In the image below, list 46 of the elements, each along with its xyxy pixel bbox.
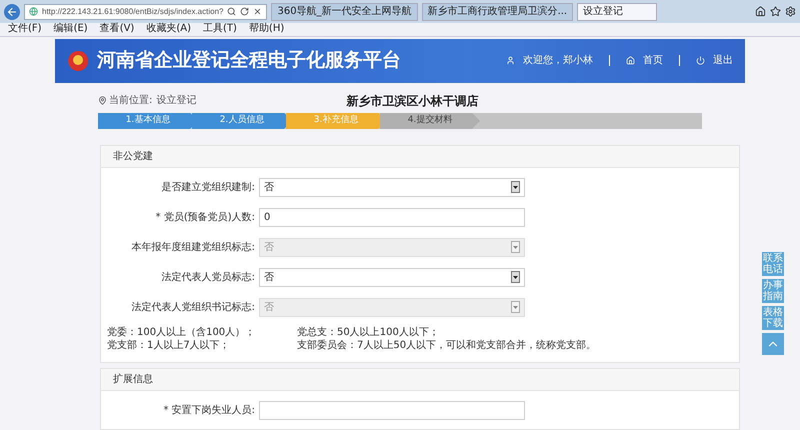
note-text: 支部委员会：7人以上50人以下，可以和党支部合并，统称党支部。	[297, 339, 596, 352]
location-icon	[98, 96, 107, 106]
menu-item[interactable]: 帮助(H)	[248, 24, 284, 34]
field-label: 本年报年度组建党组织标志:	[130, 240, 256, 254]
menu-item[interactable]: 工具(T)	[203, 24, 237, 34]
search-icon[interactable]	[227, 7, 236, 16]
breadcrumb-current: 设立登记	[156, 94, 196, 108]
emblem-icon	[67, 50, 89, 72]
menu-item[interactable]: 编辑(E)	[54, 24, 88, 34]
menu-item[interactable]: 文件(F)	[8, 24, 42, 34]
breadcrumb-label: 当前位置:	[109, 94, 152, 108]
field-label: 法定代表人党组织书记标志:	[130, 300, 256, 314]
close-icon[interactable]	[253, 7, 262, 16]
company-name: 新乡市卫滨区小林干调店	[346, 92, 478, 110]
header-link[interactable]: 首页	[643, 53, 663, 68]
browser-tab[interactable]: 新乡市工商行政管理局卫滨分...	[422, 2, 574, 21]
header-link[interactable]: 退出	[713, 53, 733, 68]
back-icon[interactable]	[4, 4, 20, 20]
field-label: * 安置下岗失业人员:	[162, 404, 256, 418]
refresh-icon[interactable]	[240, 7, 250, 16]
input-field[interactable]	[259, 400, 525, 420]
browser-tab[interactable]: 360导航_新一代安全上网导航	[271, 2, 418, 21]
site-title: 河南省企业登记全程电子化服务平台	[97, 48, 401, 74]
welcome-text: 欢迎您，郑小林	[523, 54, 593, 68]
home-icon[interactable]	[755, 6, 766, 18]
field-label: * 党员(预备党员)人数:	[154, 210, 256, 224]
browser-tab[interactable]: 设立登记	[577, 2, 658, 21]
menu-item[interactable]: 查看(V)	[100, 24, 134, 34]
field-label: 是否建立党组织建制:	[160, 180, 256, 194]
note-text: 党支部：1人以上7人以下；	[107, 339, 231, 352]
panel-title: 扩展信息	[113, 372, 153, 387]
user-icon	[506, 56, 515, 66]
home-icon	[626, 56, 635, 66]
note-text: 党总支：50人以上100人以下；	[297, 326, 439, 339]
field-label: 法定代表人党员标志:	[160, 270, 256, 284]
menu-item[interactable]: 收藏夹(A)	[146, 24, 191, 34]
page-icon	[29, 7, 38, 16]
input-field[interactable]: 0	[259, 208, 525, 226]
panel-title: 非公党建	[113, 150, 153, 164]
note-text: 党委：100人以上（含100人）；	[107, 326, 256, 339]
dropdown[interactable]: 否	[259, 178, 525, 196]
dropdown[interactable]: 否	[259, 268, 525, 286]
address-bar[interactable]: http://222.143.21.61:9080/entBiz/sdjs/index.action?	[24, 4, 268, 20]
settings-icon[interactable]	[785, 6, 796, 18]
star-icon[interactable]	[770, 6, 781, 18]
power-icon	[696, 56, 705, 66]
